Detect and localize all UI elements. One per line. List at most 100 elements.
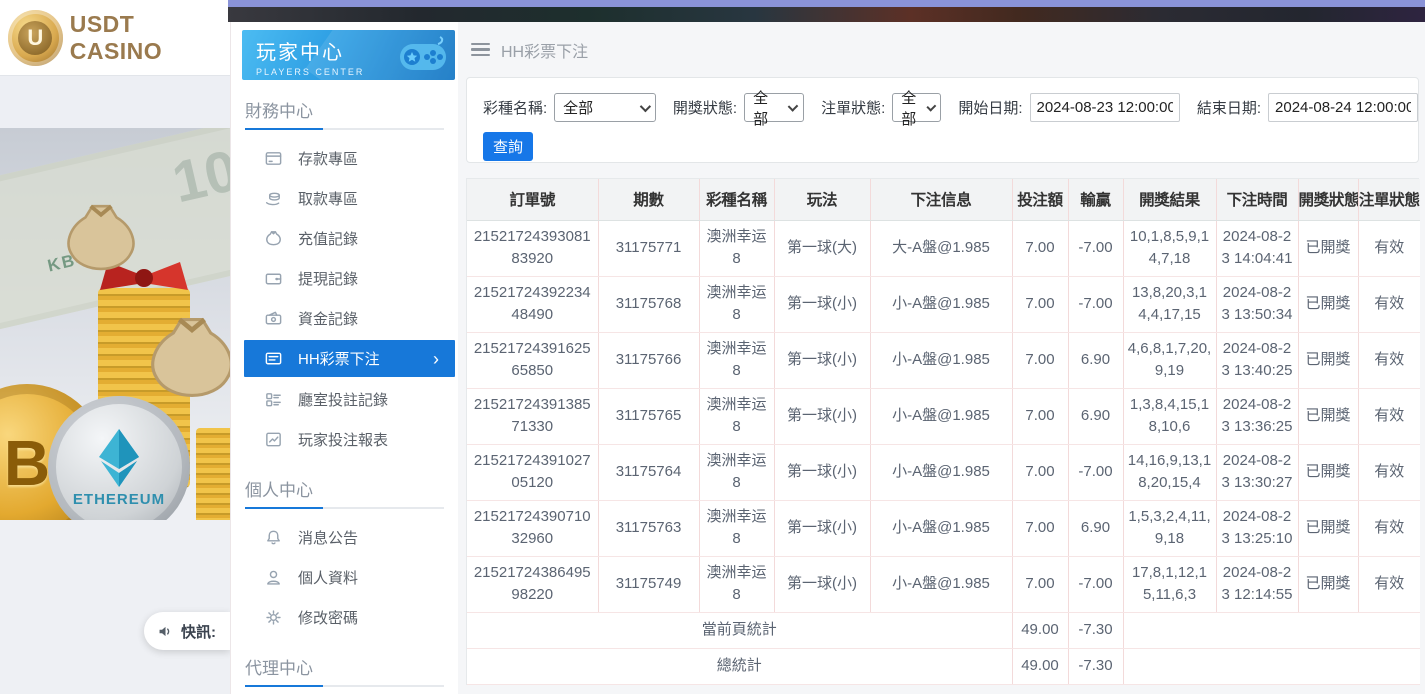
table-cell: 有效 bbox=[1358, 276, 1420, 332]
table-cell: 澳洲幸运8 bbox=[699, 388, 774, 444]
table-cell: 有效 bbox=[1358, 332, 1420, 388]
table-cell: 2024-08-23 13:30:27 bbox=[1216, 444, 1298, 500]
end-date-label: 結束日期: bbox=[1197, 97, 1261, 118]
sidebar-item-label: 消息公告 bbox=[298, 527, 358, 548]
end-date-input[interactable] bbox=[1268, 93, 1418, 122]
sidebar-item-report[interactable]: 玩家投注報表 bbox=[231, 419, 458, 459]
page-title: HH彩票下注 bbox=[501, 38, 588, 62]
sidebar-item-hall-record[interactable]: 廳室投註記錄 bbox=[231, 379, 458, 419]
sidebar-item-lottery-ticket[interactable]: HH彩票下注 › bbox=[244, 340, 455, 377]
table-cell: 31175765 bbox=[598, 388, 699, 444]
table-cell: 7.00 bbox=[1012, 556, 1068, 612]
order-status-select[interactable]: 全部 bbox=[892, 93, 941, 122]
money-bag-graphic bbox=[58, 190, 144, 286]
sidebar-item-deposit-card[interactable]: 存款專區 bbox=[231, 138, 458, 178]
logo-letter: U bbox=[18, 21, 52, 55]
summary-empty-cell bbox=[1123, 612, 1420, 648]
draw-status-label: 開獎狀態: bbox=[673, 97, 737, 118]
table-cell: 31175768 bbox=[598, 276, 699, 332]
sidebar-item-bell[interactable]: 消息公告 bbox=[231, 517, 458, 557]
table-cell: 2152172439308183920 bbox=[467, 220, 598, 276]
sidebar-item-funds[interactable]: 資金記錄 bbox=[231, 298, 458, 338]
table-cell: 7.00 bbox=[1012, 444, 1068, 500]
sidebar-item-label: 取款專區 bbox=[298, 188, 358, 209]
table-cell: 澳洲幸运8 bbox=[699, 220, 774, 276]
sidebar-header: 玩家中心 PLAYERS CENTER bbox=[242, 30, 455, 80]
table-cell: 大-A盤@1.985 bbox=[870, 220, 1012, 276]
money-bag-graphic bbox=[140, 300, 230, 416]
sidebar-item-label: 廳室投註記錄 bbox=[298, 389, 388, 410]
table-cell: 小-A盤@1.985 bbox=[870, 332, 1012, 388]
sidebar-item-label: 充值記錄 bbox=[298, 228, 358, 249]
sidebar-item-label: HH彩票下注 bbox=[298, 348, 380, 369]
sidebar-item-user[interactable]: 個人資料 bbox=[231, 557, 458, 597]
sidebar-item-label: 提現記錄 bbox=[298, 268, 358, 289]
order-status-value: 全部 bbox=[901, 87, 919, 129]
sidebar-item-label: 資金記錄 bbox=[298, 308, 358, 329]
table-cell: 小-A盤@1.985 bbox=[870, 388, 1012, 444]
table-cell: 已開獎 bbox=[1298, 276, 1358, 332]
table-cell: 小-A盤@1.985 bbox=[870, 556, 1012, 612]
sidebar-item-label: 修改密碼 bbox=[298, 607, 358, 628]
news-ticker-pill[interactable]: 快訊: bbox=[144, 612, 230, 650]
table-header-row: 訂單號期數彩種名稱玩法下注信息投注額輸贏開獎結果下注時間開獎狀態注單狀態 bbox=[467, 179, 1420, 220]
table-cell: 2024-08-23 13:50:34 bbox=[1216, 276, 1298, 332]
table-cell: 1,5,3,2,4,11,9,18 bbox=[1123, 500, 1216, 556]
gear-icon bbox=[264, 608, 283, 627]
sidebar-item-moneybag[interactable]: 充值記錄 bbox=[231, 218, 458, 258]
section-divider bbox=[245, 128, 444, 130]
table-cell: 澳洲幸运8 bbox=[699, 332, 774, 388]
summary-bet-total: 49.00 bbox=[1012, 648, 1068, 684]
ethereum-label: ETHEREUM bbox=[73, 491, 165, 508]
column-header: 玩法 bbox=[774, 179, 870, 220]
bitcoin-symbol: B bbox=[4, 426, 50, 500]
search-button[interactable]: 查詢 bbox=[483, 132, 533, 161]
table-cell: 有效 bbox=[1358, 500, 1420, 556]
table-cell: 小-A盤@1.985 bbox=[870, 500, 1012, 556]
table-cell: 第一球(小) bbox=[774, 500, 870, 556]
lottery-name-select[interactable]: 全部 bbox=[554, 93, 655, 122]
news-ticker-label: 快訊: bbox=[181, 621, 216, 642]
table-cell: 第一球(小) bbox=[774, 276, 870, 332]
start-date-input[interactable] bbox=[1030, 93, 1180, 122]
chevron-down-icon bbox=[639, 100, 650, 111]
table-cell: 17,8,1,12,15,11,6,3 bbox=[1123, 556, 1216, 612]
bell-icon bbox=[264, 528, 283, 547]
sidebar-item-label: 存款專區 bbox=[298, 148, 358, 169]
draw-status-select[interactable]: 全部 bbox=[744, 93, 804, 122]
summary-bet-total: 49.00 bbox=[1012, 612, 1068, 648]
sidebar-item-withdraw-hand[interactable]: 取款專區 bbox=[231, 178, 458, 218]
table-cell: 澳洲幸运8 bbox=[699, 276, 774, 332]
table-cell: 有效 bbox=[1358, 444, 1420, 500]
table-cell: 2024-08-23 13:25:10 bbox=[1216, 500, 1298, 556]
table-cell: 已開獎 bbox=[1298, 332, 1358, 388]
moneybag-icon bbox=[264, 229, 283, 248]
sidebar-item-label: 個人資料 bbox=[298, 567, 358, 588]
table-cell: 31175763 bbox=[598, 500, 699, 556]
table-cell: 澳洲幸运8 bbox=[699, 556, 774, 612]
report-icon bbox=[264, 430, 283, 449]
table-cell: 第一球(大) bbox=[774, 220, 870, 276]
top-dark-bar bbox=[228, 7, 1425, 22]
table-row: 215217243913857133031175765澳洲幸运8第一球(小)小-… bbox=[467, 388, 1420, 444]
logo-bar: U USDT CASINO bbox=[0, 0, 230, 75]
summary-label: 總統計 bbox=[467, 648, 1012, 684]
order-status-label: 注單狀態: bbox=[821, 97, 885, 118]
sidebar-item-wallet[interactable]: 提現記錄 bbox=[231, 258, 458, 298]
deposit-card-icon bbox=[264, 149, 283, 168]
sidebar-item-gear[interactable]: 修改密碼 bbox=[231, 597, 458, 637]
menu-toggle-icon[interactable] bbox=[471, 43, 490, 57]
table-cell: 2024-08-23 13:40:25 bbox=[1216, 332, 1298, 388]
table-cell: 已開獎 bbox=[1298, 500, 1358, 556]
table-row: 215217243910270512031175764澳洲幸运8第一球(小)小-… bbox=[467, 444, 1420, 500]
table-cell: 澳洲幸运8 bbox=[699, 500, 774, 556]
table-cell: 2152172439138571330 bbox=[467, 388, 598, 444]
table-cell: 13,8,20,3,14,4,17,15 bbox=[1123, 276, 1216, 332]
chevron-down-icon bbox=[788, 101, 799, 112]
breadcrumb: HH彩票下注 bbox=[458, 22, 1425, 77]
table-cell: 第一球(小) bbox=[774, 388, 870, 444]
table-cell: -7.00 bbox=[1068, 276, 1123, 332]
money-hero-graphic: 100 KB46279 B ETHEREUM bbox=[0, 128, 230, 520]
banknote-denomination: 100 bbox=[166, 129, 230, 216]
chevron-right-icon: › bbox=[433, 350, 439, 368]
